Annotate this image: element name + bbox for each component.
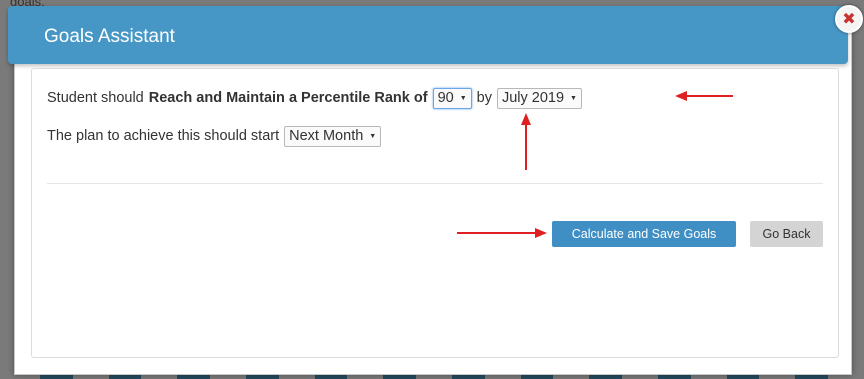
goal-sentence: Student should Reach and Maintain a Perc… bbox=[47, 87, 582, 109]
goal-type: Reach and Maintain a Percentile Rank of bbox=[148, 90, 428, 106]
plan-label: The plan to achieve this should start bbox=[47, 128, 280, 144]
chevron-down-icon: ▼ bbox=[570, 94, 577, 102]
chevron-down-icon: ▼ bbox=[459, 94, 467, 102]
close-button[interactable]: ✖ bbox=[835, 5, 863, 33]
goal-prefix: Student should bbox=[47, 90, 144, 106]
modal-title: Goals Assistant bbox=[44, 26, 175, 47]
calculate-and-save-button[interactable]: Calculate and Save Goals bbox=[552, 221, 736, 247]
percentile-rank-select[interactable]: 90 ▼ bbox=[432, 87, 472, 109]
plan-start-select[interactable]: Next Month ▼ bbox=[284, 125, 382, 147]
go-back-button[interactable]: Go Back bbox=[750, 221, 823, 247]
modal-header: Goals Assistant bbox=[8, 6, 848, 64]
target-date-value: July 2019 bbox=[501, 90, 565, 106]
close-x-icon: ✖ bbox=[842, 9, 856, 28]
plan-sentence: The plan to achieve this should start Ne… bbox=[47, 125, 382, 147]
modal-content-panel bbox=[31, 68, 839, 358]
by-label: by bbox=[476, 90, 492, 106]
percentile-rank-value: 90 bbox=[437, 90, 454, 106]
chevron-down-icon: ▼ bbox=[369, 132, 377, 140]
plan-start-value: Next Month bbox=[289, 128, 364, 144]
target-date-select[interactable]: July 2019 ▼ bbox=[496, 87, 582, 109]
divider bbox=[47, 183, 823, 184]
